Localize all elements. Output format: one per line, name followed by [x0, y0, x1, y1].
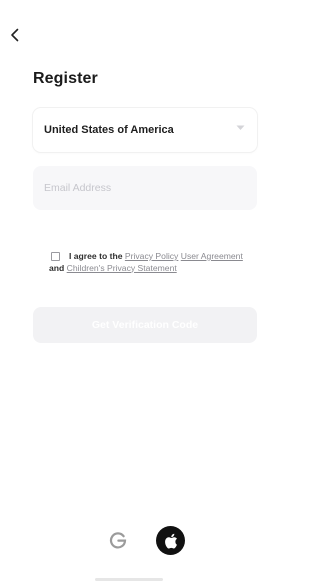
agreement-text-before: I agree to the: [69, 251, 123, 261]
childrens-privacy-link[interactable]: Children's Privacy Statement: [67, 263, 177, 273]
email-field[interactable]: [33, 166, 257, 210]
agreement-text: I agree to the Privacy Policy User Agree…: [49, 251, 249, 274]
privacy-policy-link[interactable]: Privacy Policy: [125, 251, 178, 261]
google-icon: [109, 532, 127, 549]
apple-icon: [164, 533, 177, 549]
user-agreement-link[interactable]: User Agreement: [181, 251, 243, 261]
country-select-value: United States of America: [44, 124, 174, 136]
get-verification-code-button[interactable]: Get Verification Code: [33, 307, 257, 343]
apple-login-button[interactable]: [156, 526, 185, 555]
chevron-down-icon: [236, 125, 245, 130]
back-button[interactable]: [6, 26, 22, 44]
agreement-conjunction: and: [49, 262, 65, 273]
country-select[interactable]: United States of America: [33, 108, 257, 152]
chevron-left-icon: [10, 28, 18, 42]
page-title: Register: [33, 70, 98, 87]
home-indicator: [95, 578, 163, 581]
google-login-button[interactable]: [106, 528, 130, 552]
